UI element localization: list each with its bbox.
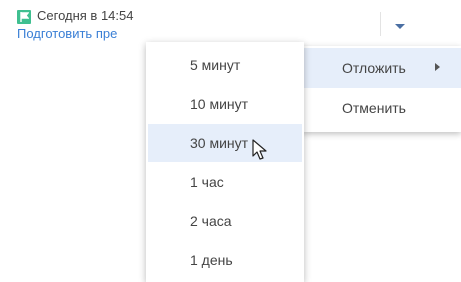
submenu-item-5-min[interactable]: 5 минут — [148, 46, 302, 84]
submenu-item-1-day[interactable]: 1 день — [148, 241, 302, 279]
menu-item-postpone[interactable]: Отложить — [302, 48, 461, 88]
chevron-down-icon — [395, 24, 405, 29]
menu-item-label: Отменить — [342, 100, 406, 116]
submenu-item-label: 10 минут — [190, 96, 249, 112]
submenu-item-10-min[interactable]: 10 минут — [148, 85, 302, 123]
reminder-time: Сегодня в 14:54 — [37, 8, 134, 23]
submenu-item-2-hours[interactable]: 2 часа — [148, 202, 302, 240]
submenu-item-label: 1 день — [190, 252, 233, 268]
dropdown-button[interactable] — [386, 10, 414, 38]
postpone-submenu: 5 минут 10 минут 30 минут 1 час 2 часа 1… — [146, 42, 304, 282]
mouse-cursor-icon — [252, 139, 267, 160]
submenu-item-label: 5 минут — [190, 57, 241, 73]
submenu-item-label: 30 минут — [190, 135, 249, 151]
submenu-item-1-hour[interactable]: 1 час — [148, 163, 302, 201]
menu-item-cancel[interactable]: Отменить — [302, 88, 461, 128]
submenu-arrow-icon — [435, 63, 440, 71]
flag-icon — [17, 10, 31, 24]
submenu-item-30-min[interactable]: 30 минут — [148, 124, 302, 162]
submenu-item-label: 2 часа — [190, 213, 232, 229]
submenu-item-label: 1 час — [190, 174, 224, 190]
actions-menu: Отложить Отменить — [302, 46, 461, 132]
menu-item-label: Отложить — [342, 60, 406, 76]
separator — [380, 12, 381, 36]
task-link[interactable]: Подготовить пре — [17, 26, 117, 41]
